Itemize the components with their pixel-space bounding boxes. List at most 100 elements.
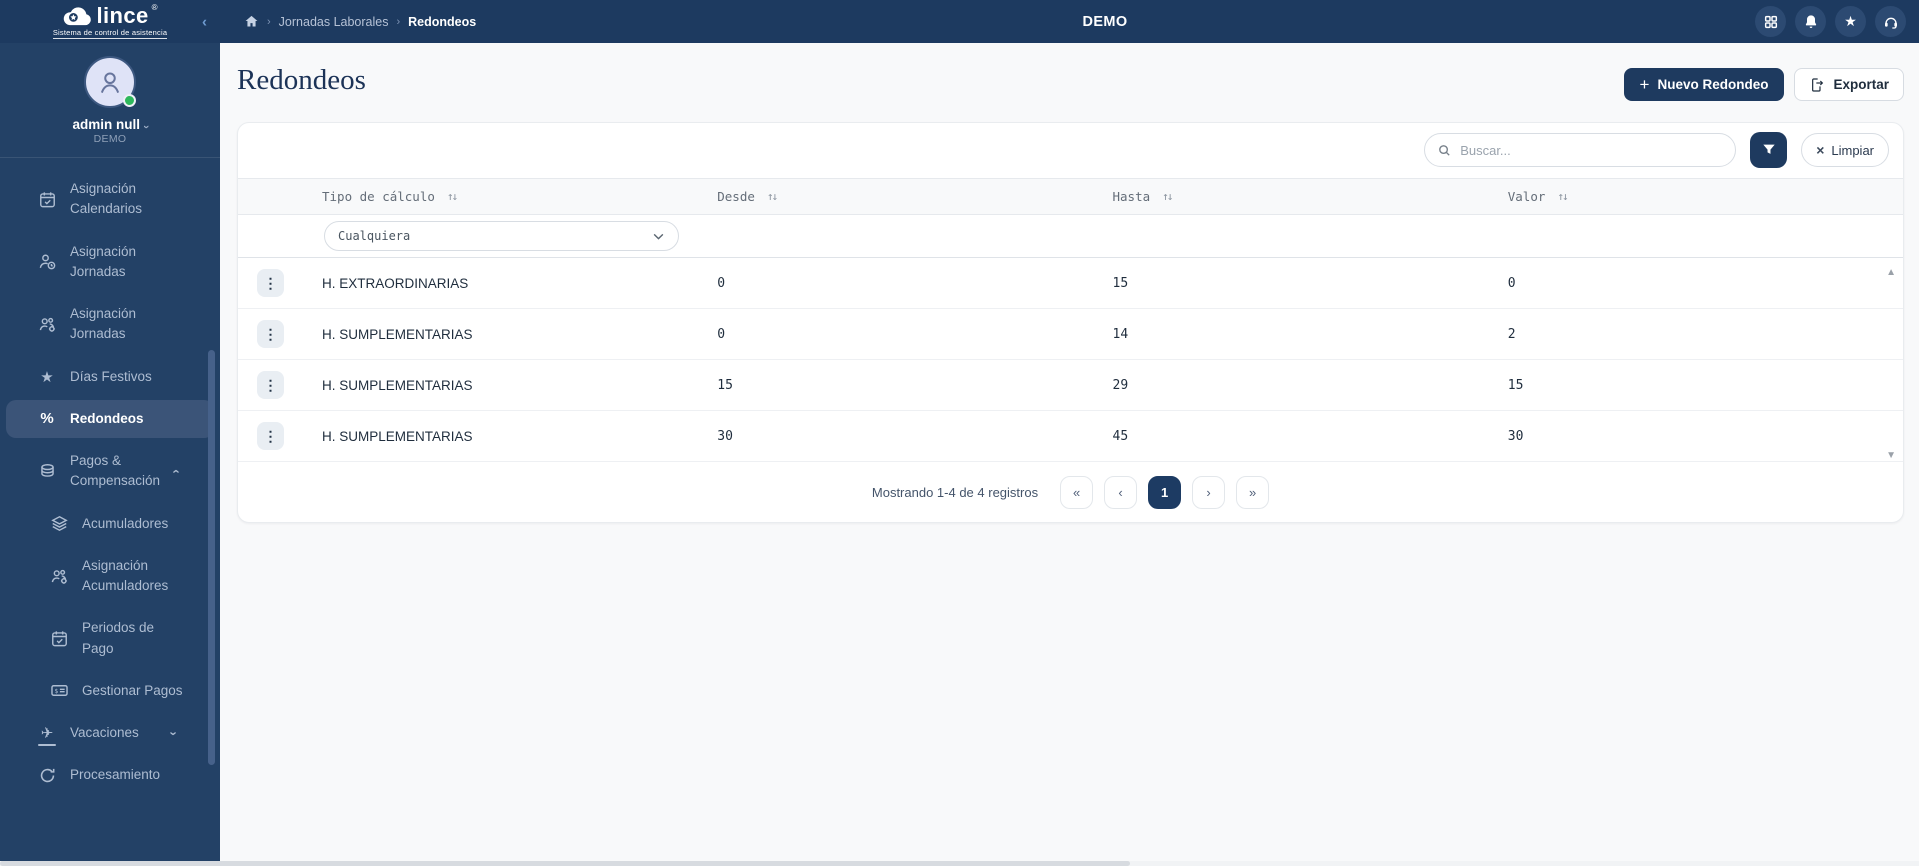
sidebar-item-vacaciones[interactable]: ✈ Vacaciones › xyxy=(6,714,214,752)
search-input[interactable] xyxy=(1460,142,1724,158)
sidebar-item-label: Asignación Jornadas xyxy=(70,306,137,342)
next-page-button[interactable]: › xyxy=(1192,475,1226,509)
page-head: Redondeos + Nuevo Redondeo Exportar xyxy=(220,43,1919,101)
table-row[interactable]: ⋮ H. SUMPLEMENTARIAS 30 45 30 xyxy=(238,411,1903,462)
table-row[interactable]: ⋮ H. EXTRAORDINARIAS 0 15 0 xyxy=(238,258,1903,309)
sidebar-item-label: Asignación Jornadas xyxy=(70,243,137,279)
column-header-hasta[interactable]: Hasta ↑↓ xyxy=(1113,189,1508,204)
users-gear-icon xyxy=(37,314,57,334)
sort-icon[interactable]: ↑↓ xyxy=(767,190,778,203)
column-header-valor[interactable]: Valor ↑↓ xyxy=(1508,189,1903,204)
sidebar-item-acumuladores[interactable]: Acumuladores xyxy=(6,505,214,543)
page-actions: + Nuevo Redondeo Exportar xyxy=(1623,68,1904,101)
sidebar-item-redondeos[interactable]: % Redondeos xyxy=(6,399,214,438)
favorites-star-icon[interactable]: ★ xyxy=(1835,6,1866,37)
avatar[interactable] xyxy=(84,56,136,108)
column-header-desde[interactable]: Desde ↑↓ xyxy=(717,189,1112,204)
funnel-icon xyxy=(1763,144,1775,154)
sidebar-item-dias-festivos[interactable]: ★ Días Festivos xyxy=(6,358,214,396)
chevron-down-icon xyxy=(653,233,664,240)
sidebar-scrollbar-thumb[interactable] xyxy=(208,350,215,765)
logo-tagline: Sistema de control de asistencia xyxy=(52,27,168,39)
cell-tipo: H. SUMPLEMENTARIAS xyxy=(322,377,473,393)
sidebar-item-label: Redondeos xyxy=(70,410,144,426)
scroll-down-arrow[interactable]: ▼ xyxy=(1886,451,1896,461)
breadcrumb-jornadas-laborales[interactable]: Jornadas Laborales xyxy=(279,15,389,29)
sync-icon xyxy=(37,765,57,785)
horizontal-scrollbar[interactable] xyxy=(0,861,1919,866)
cell-hasta: 29 xyxy=(1112,377,1129,393)
column-header-tipo-de-calculo[interactable]: Tipo de cálculo ↑↓ xyxy=(322,189,717,204)
cell-hasta: 15 xyxy=(1112,275,1129,291)
sidebar-item-gestionar-pagos[interactable]: $ Gestionar Pagos xyxy=(6,672,214,710)
home-icon[interactable] xyxy=(244,14,259,29)
chevron-up-icon: › xyxy=(167,469,183,474)
sidebar-item-pagos-compensacion[interactable]: Pagos & Compensación › xyxy=(6,442,214,501)
sidebar-item-asignacion-acumuladores[interactable]: Asignación Acumuladores xyxy=(6,547,214,606)
user-name[interactable]: admin null › xyxy=(0,117,220,132)
cell-valor: 0 xyxy=(1507,275,1516,291)
page-1-button[interactable]: 1 xyxy=(1148,475,1182,509)
first-page-button[interactable]: « xyxy=(1060,475,1094,509)
percent-icon: % xyxy=(40,410,54,428)
cell-tipo: H. EXTRAORDINARIAS xyxy=(322,275,469,291)
apps-grid-icon[interactable] xyxy=(1755,6,1786,37)
close-icon: × xyxy=(1816,142,1825,158)
previous-page-button[interactable]: ‹ xyxy=(1104,475,1138,509)
user-clock-icon xyxy=(37,252,57,272)
coins-icon xyxy=(37,461,57,481)
limpiar-button[interactable]: × Limpiar xyxy=(1801,133,1889,167)
sidebar: admin null › DEMO Asignación Calendarios… xyxy=(0,43,220,866)
sort-icon[interactable]: ↑↓ xyxy=(1557,190,1568,203)
cell-hasta: 45 xyxy=(1112,428,1129,444)
sidebar-item-asignacion-jornadas-2[interactable]: Asignación Jornadas xyxy=(6,295,214,354)
exportar-button[interactable]: Exportar xyxy=(1794,68,1904,101)
table-row[interactable]: ⋮ H. SUMPLEMENTARIAS 15 29 15 xyxy=(238,360,1903,411)
sidebar-item-periodos-de-pago[interactable]: Periodos de Pago xyxy=(6,609,214,668)
sidebar-item-asignacion-calendarios[interactable]: Asignación Calendarios xyxy=(6,170,214,229)
notifications-bell-icon[interactable] xyxy=(1795,6,1826,37)
search-icon xyxy=(1439,144,1450,156)
sidebar-nav: Asignación Calendarios Asignación Jornad… xyxy=(0,158,220,795)
layers-icon xyxy=(49,514,69,534)
scroll-up-arrow[interactable]: ▲ xyxy=(1886,268,1896,278)
nuevo-redondeo-button[interactable]: + Nuevo Redondeo xyxy=(1623,68,1785,101)
cell-valor: 30 xyxy=(1507,428,1524,444)
tipo-filter-select[interactable]: Cualquiera xyxy=(324,221,679,251)
row-menu-button[interactable]: ⋮ xyxy=(257,422,284,450)
sidebar-collapse-icon[interactable]: ‹ xyxy=(202,13,207,30)
pagination-summary: Mostrando 1-4 de 4 registros xyxy=(871,484,1039,500)
breadcrumb: › Jornadas Laborales › Redondeos xyxy=(244,14,476,29)
sidebar-item-label: Días Festivos xyxy=(70,368,152,384)
breadcrumb-separator: › xyxy=(267,15,271,28)
sidebar-item-label: Asignación Acumuladores xyxy=(82,557,169,593)
cell-valor: 2 xyxy=(1507,326,1516,342)
horizontal-scrollbar-thumb[interactable] xyxy=(0,861,1130,866)
file-export-icon xyxy=(1812,77,1824,92)
sort-icon[interactable]: ↑↓ xyxy=(447,190,458,203)
cell-tipo: H. SUMPLEMENTARIAS xyxy=(322,428,473,444)
cell-desde: 0 xyxy=(717,326,726,342)
table-row[interactable]: ⋮ H. SUMPLEMENTARIAS 0 14 2 xyxy=(238,309,1903,360)
users-gear-icon xyxy=(49,566,69,586)
pagination: Mostrando 1-4 de 4 registros « ‹ 1 › » xyxy=(238,462,1903,522)
support-headset-icon[interactable] xyxy=(1875,6,1906,37)
filter-button[interactable] xyxy=(1750,132,1788,168)
chevron-down-icon: › xyxy=(166,730,182,736)
cell-desde: 0 xyxy=(717,275,726,291)
registered-mark: ® xyxy=(151,2,158,12)
sort-icon[interactable]: ↑↓ xyxy=(1162,190,1173,203)
row-menu-button[interactable]: ⋮ xyxy=(257,371,284,399)
last-page-button[interactable]: » xyxy=(1236,475,1270,509)
sidebar-item-procesamiento[interactable]: Procesamiento xyxy=(6,756,214,794)
sidebar-item-asignacion-jornadas-1[interactable]: Asignación Jornadas xyxy=(6,233,214,292)
row-menu-button[interactable]: ⋮ xyxy=(257,269,284,297)
sidebar-item-label: Pagos & Compensación xyxy=(70,453,161,489)
user-org: DEMO xyxy=(93,133,127,145)
top-header: lince ® Sistema de control de asistencia… xyxy=(0,0,1919,43)
row-menu-button[interactable]: ⋮ xyxy=(257,320,284,348)
environment-title: DEMO xyxy=(1082,13,1128,30)
online-status-dot xyxy=(123,94,136,107)
chevron-down-icon: › xyxy=(139,125,152,129)
user-block: admin null › DEMO xyxy=(0,43,220,145)
